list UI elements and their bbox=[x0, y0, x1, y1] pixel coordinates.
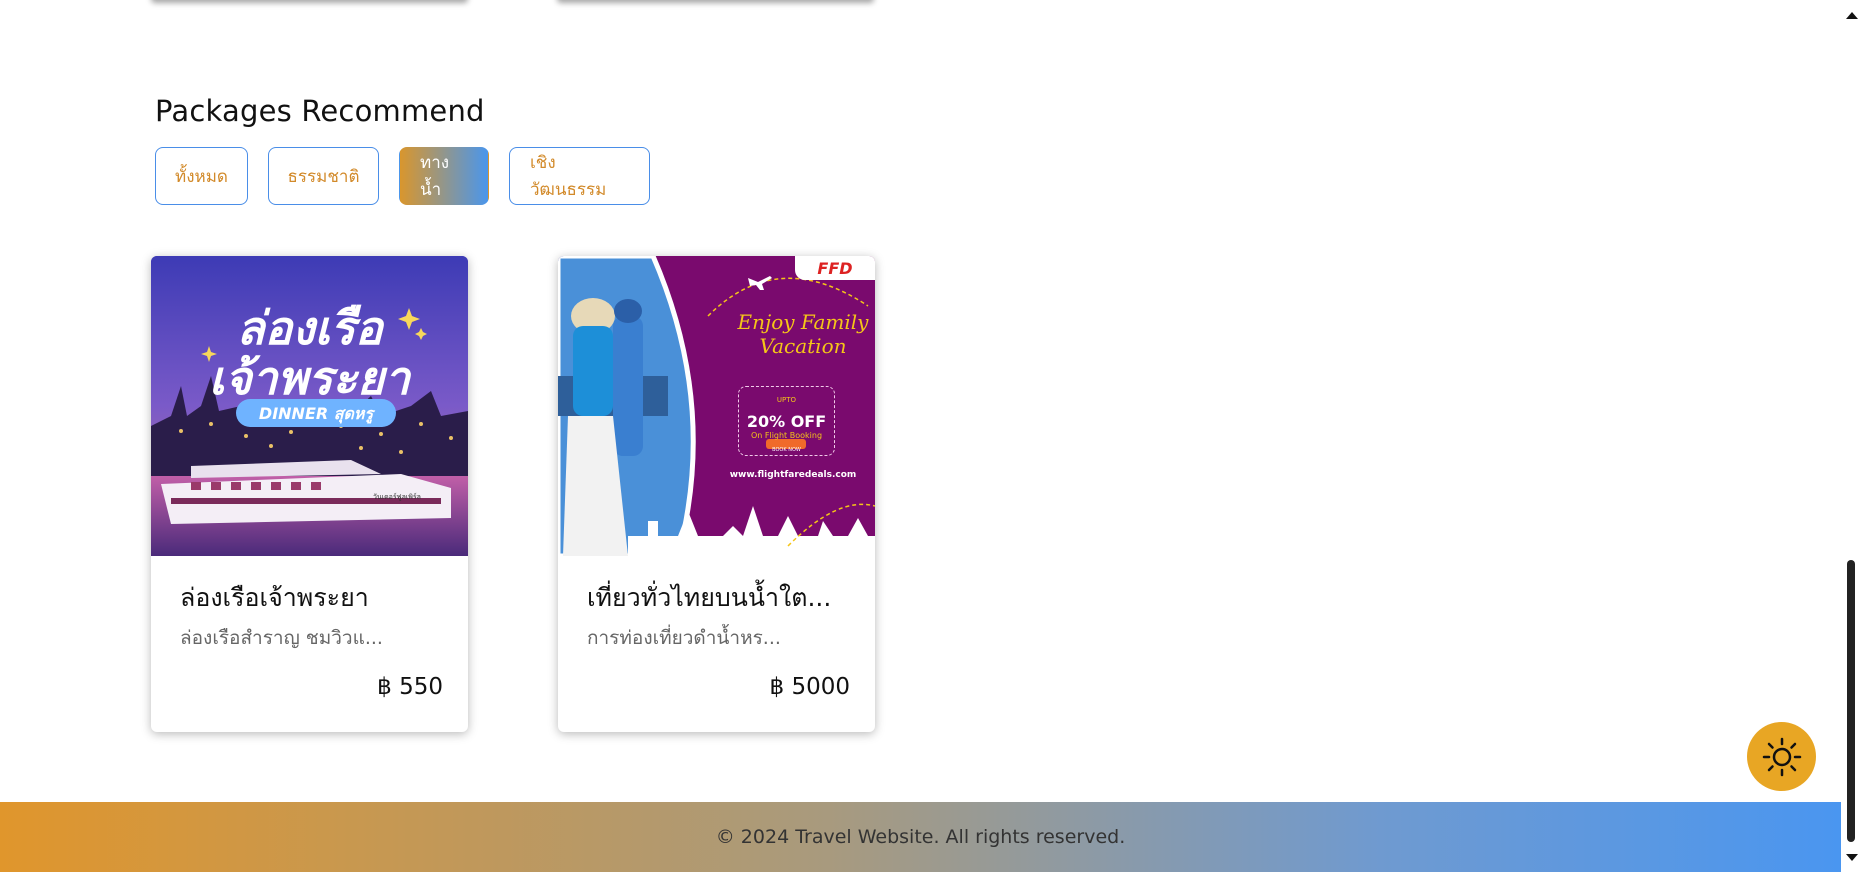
section-title: Packages Recommend bbox=[155, 94, 485, 129]
filter-all-button[interactable]: ทั้งหมด bbox=[155, 147, 248, 205]
package-card[interactable]: ล่องเรือ เจ้าพระยา DINNER สุดหรู วันเดอร… bbox=[151, 256, 468, 732]
sun-icon bbox=[1762, 737, 1801, 776]
ffd-logo: FFD bbox=[795, 256, 875, 280]
theme-toggle-button[interactable] bbox=[1747, 722, 1816, 791]
cruise-tagline: DINNER สุดหรู bbox=[258, 404, 374, 423]
package-title: ล่องเรือเจ้าพระยา bbox=[180, 583, 369, 612]
vacation-headline: Enjoy Family Vacation bbox=[737, 310, 869, 358]
package-card[interactable]: FFD Enjoy Family Vacation UPTO 20% OFF O… bbox=[558, 256, 875, 732]
scroll-down-arrow-icon[interactable] bbox=[1846, 854, 1858, 861]
package-description: ล่องเรือสำราญ ชมวิวแ... bbox=[180, 627, 383, 649]
package-image-cruise: ล่องเรือ เจ้าพระยา DINNER สุดหรู วันเดอร… bbox=[151, 256, 468, 556]
offer-subtext: On Flight Booking bbox=[750, 431, 823, 440]
cruise-boat-name: วันเดอร์ฟูลเพิร์ล bbox=[373, 493, 421, 501]
filter-nature-button[interactable]: ธรรมชาติ bbox=[268, 147, 379, 205]
filter-water-button[interactable]: ทางน้ำ bbox=[399, 147, 489, 205]
site-footer: © 2024 Travel Website. All rights reserv… bbox=[0, 802, 1841, 872]
scroll-thumb[interactable] bbox=[1847, 560, 1855, 842]
package-price: ฿ 5000 bbox=[769, 674, 850, 700]
package-title: เที่ยวทั่วไทยบนน้ำใต... bbox=[587, 583, 832, 612]
offer-discount: 20% OFF bbox=[746, 412, 827, 431]
category-filter-bar: ทั้งหมด ธรรมชาติ ทางน้ำ เชิงวัฒนธรรม bbox=[155, 147, 650, 205]
scroll-up-arrow-icon[interactable] bbox=[1846, 12, 1858, 19]
footer-copyright: © 2024 Travel Website. All rights reserv… bbox=[715, 826, 1126, 848]
offer-box: UPTO 20% OFF On Flight Booking BOOK NOW bbox=[738, 386, 835, 456]
book-now-label: BOOK NOW bbox=[772, 447, 801, 453]
page-scrollbar[interactable] bbox=[1843, 0, 1860, 872]
filter-culture-button[interactable]: เชิงวัฒนธรรม bbox=[509, 147, 650, 205]
vacation-url: www.flightfaredeals.com bbox=[729, 470, 857, 480]
offer-upto: UPTO bbox=[773, 396, 800, 404]
package-description: การท่องเที่ยวดำน้ำหร... bbox=[587, 627, 781, 649]
package-price: ฿ 550 bbox=[377, 674, 443, 700]
package-image-vacation: FFD Enjoy Family Vacation UPTO 20% OFF O… bbox=[558, 256, 875, 556]
